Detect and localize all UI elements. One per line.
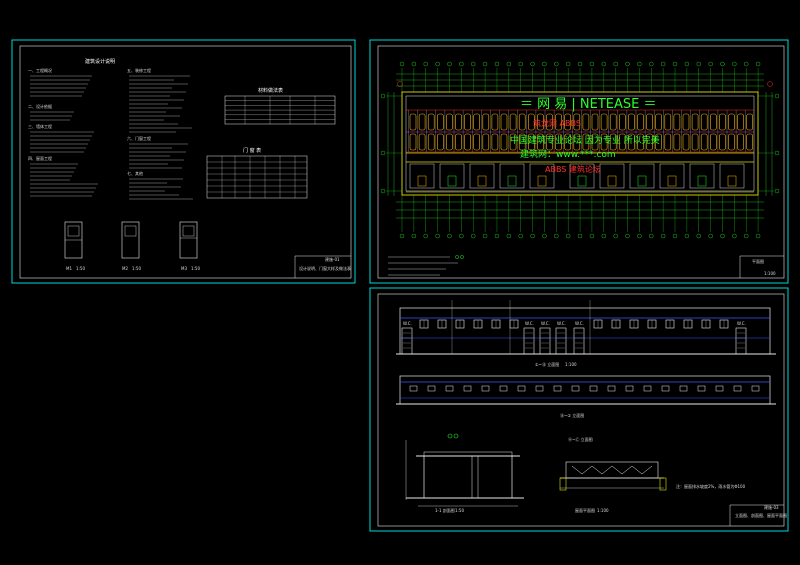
front-elevation-scale: 1:100 [565,362,577,367]
watermark-red-1: 筑龙网 ABBS [533,118,581,128]
section-heading-5: 五、装修工程 [127,67,151,73]
wc-label: W.C. [737,321,746,326]
section-heading-4: 四、屋面工程 [28,155,52,161]
wc-label: W.C. [575,321,584,326]
wc-label: W.C. [541,321,550,326]
side-elevation-title: Ⓐ~Ⓒ 立面图 [568,436,593,442]
svg-text:建施-01: 建施-01 [325,256,340,262]
roof-plan-title: 屋面平面图 [575,507,595,513]
rear-elevation-title: ⑮~① 立面图 [560,412,584,418]
roof-plan-scale: 1:100 [597,508,609,513]
door-label-m3: M3 [181,266,187,271]
section-heading-2: 二、设计依据 [28,103,52,109]
plan-title: 平面图 [752,258,764,264]
svg-text:建施-03: 建施-03 [764,504,779,510]
section-title: 1-1 剖面图 [435,507,455,513]
cad-drawing-canvas: 建筑设计说明 一、工程概况 二、设计依据 三、墙体工程 四、屋面工程 五、装修工… [0,0,800,565]
svg-text:1:50: 1:50 [132,266,141,271]
section-heading-1: 一、工程概况 [28,67,52,73]
svg-text:设计说明、门窗大样及做法表: 设计说明、门窗大样及做法表 [299,265,351,271]
sheet-1-title: 建筑设计说明 [85,58,115,65]
wc-label: W.C. [525,321,534,326]
svg-text:1:50: 1:50 [76,266,85,271]
watermark-line-3: 建筑网：www.***.com [520,148,616,160]
door-label-m1: M1 [66,266,72,271]
watermark-red-2: ABBS 建筑论坛 [545,164,601,174]
plan-scale: 1:100 [764,271,776,276]
wc-label: W.C. [557,321,566,326]
wc-label: W.C. [403,321,412,326]
door-label-m2: M2 [122,266,128,271]
roof-note: 注：屋面排水坡度2%，雨水管为Φ100 [676,483,746,489]
section-heading-7: 七、其他 [127,170,143,176]
section-heading-3: 三、墙体工程 [28,123,52,129]
materials-table-title: 材料做法表 [258,87,283,94]
door-window-table-title: 门 窗 表 [243,147,261,154]
watermark-line-1: ＝ 网 易 | NETEASE ＝ [520,97,657,112]
svg-text:立面图、剖面图、屋面平面图: 立面图、剖面图、屋面平面图 [735,512,787,518]
section-heading-6: 六、门窗工程 [127,135,151,141]
svg-text:1:50: 1:50 [191,266,200,271]
front-elevation-title: ①~⑮ 立面图 [535,361,559,367]
section-scale: 1:50 [455,508,464,513]
watermark-line-2: 中国建筑专业论坛 因为专业 所以完美 [510,134,660,146]
